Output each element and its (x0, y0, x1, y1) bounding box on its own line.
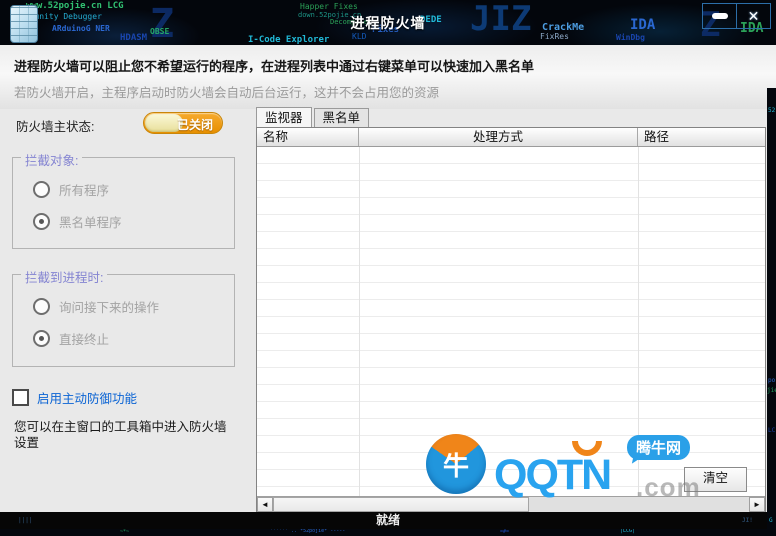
radio-ask-action[interactable]: 询问接下来的操作 (33, 297, 159, 316)
window-title: 进程防火墙 (0, 13, 776, 33)
group-on-intercept: 拦截到进程时: 询问接下来的操作 直接终止 (12, 274, 235, 367)
radio-label: 黑名单程序 (59, 212, 122, 231)
toolbox-hint-text: 您可以在主窗口的工具箱中进入防火墙设置 (14, 419, 238, 451)
column-header-name[interactable]: 名称 (257, 128, 359, 146)
group-legend: 拦截对象: (21, 150, 82, 169)
column-header-path[interactable]: 路径 (638, 128, 765, 146)
radio-blacklist-programs[interactable]: 黑名单程序 (33, 212, 122, 231)
titlebar: www.52pojie.cn LCGImmunity DebuggerARdui… (0, 0, 776, 45)
scrollbar-thumb[interactable] (273, 497, 529, 512)
radio-icon (33, 213, 50, 230)
process-list-table: 名称 处理方式 路径 ◄ ► (256, 127, 766, 513)
checkbox-label: 启用主动防御功能 (37, 388, 137, 407)
radio-label: 询问接下来的操作 (59, 297, 159, 316)
clear-button[interactable]: 清空 (684, 467, 747, 492)
right-skin-strip: 52pojieLCG (767, 88, 776, 536)
minimize-button[interactable] (703, 4, 736, 28)
table-header: 名称 处理方式 路径 (257, 128, 765, 147)
intro-line-1: 进程防火墙可以阻止您不希望运行的程序，在进程列表中通过右键菜单可以快速加入黑名单 (14, 56, 534, 75)
scroll-right-button[interactable]: ► (749, 497, 765, 512)
column-divider (359, 147, 360, 496)
window-controls: ✕ (702, 3, 771, 29)
scroll-right-icon: ► (753, 500, 761, 509)
radio-icon (33, 181, 50, 198)
toggle-state-label: 已关闭 (177, 116, 213, 133)
radio-icon (33, 298, 50, 315)
horizontal-scrollbar: ◄ ► (257, 496, 765, 512)
table-body-empty (257, 147, 765, 496)
radio-label: 直接终止 (59, 329, 109, 348)
column-header-action[interactable]: 处理方式 (359, 128, 638, 146)
status-texture: ||||JI! (0, 512, 776, 529)
firewall-state-label: 防火墙主状态: (16, 116, 94, 135)
group-intercept-target: 拦截对象: 所有程序 黑名单程序 (12, 157, 235, 249)
bottom-skin-strip: '''''' .. *52pojie* -----~*~|LCG|=#= (0, 529, 776, 536)
radio-all-programs[interactable]: 所有程序 (33, 180, 109, 199)
close-icon: ✕ (748, 9, 760, 23)
intro-line-2: 若防火墙开启，主程序启动时防火墙会自动后台运行，这并不会占用您的资源 (14, 82, 439, 101)
scroll-left-icon: ◄ (261, 500, 269, 509)
tab-monitor[interactable]: 监视器 (256, 107, 312, 128)
radio-label: 所有程序 (59, 180, 109, 199)
process-firewall-window: www.52pojie.cn LCGImmunity DebuggerARdui… (0, 0, 776, 536)
radio-icon (33, 330, 50, 347)
group-legend: 拦截到进程时: (21, 267, 107, 286)
tab-bar: 监视器 黑名单 (256, 107, 371, 128)
status-bar: 就绪 ||||JI! (0, 512, 776, 529)
column-divider (638, 147, 639, 496)
minimize-icon (712, 13, 728, 19)
radio-terminate-directly[interactable]: 直接终止 (33, 329, 109, 348)
checkbox-active-defense[interactable]: 启用主动防御功能 (12, 388, 137, 407)
close-button[interactable]: ✕ (736, 4, 770, 28)
scroll-left-button[interactable]: ◄ (257, 497, 273, 512)
tab-blacklist[interactable]: 黑名单 (314, 108, 370, 128)
checkbox-icon (12, 389, 29, 406)
scrollbar-track[interactable] (529, 497, 749, 512)
firewall-state-toggle[interactable]: 已关闭 (143, 112, 223, 134)
